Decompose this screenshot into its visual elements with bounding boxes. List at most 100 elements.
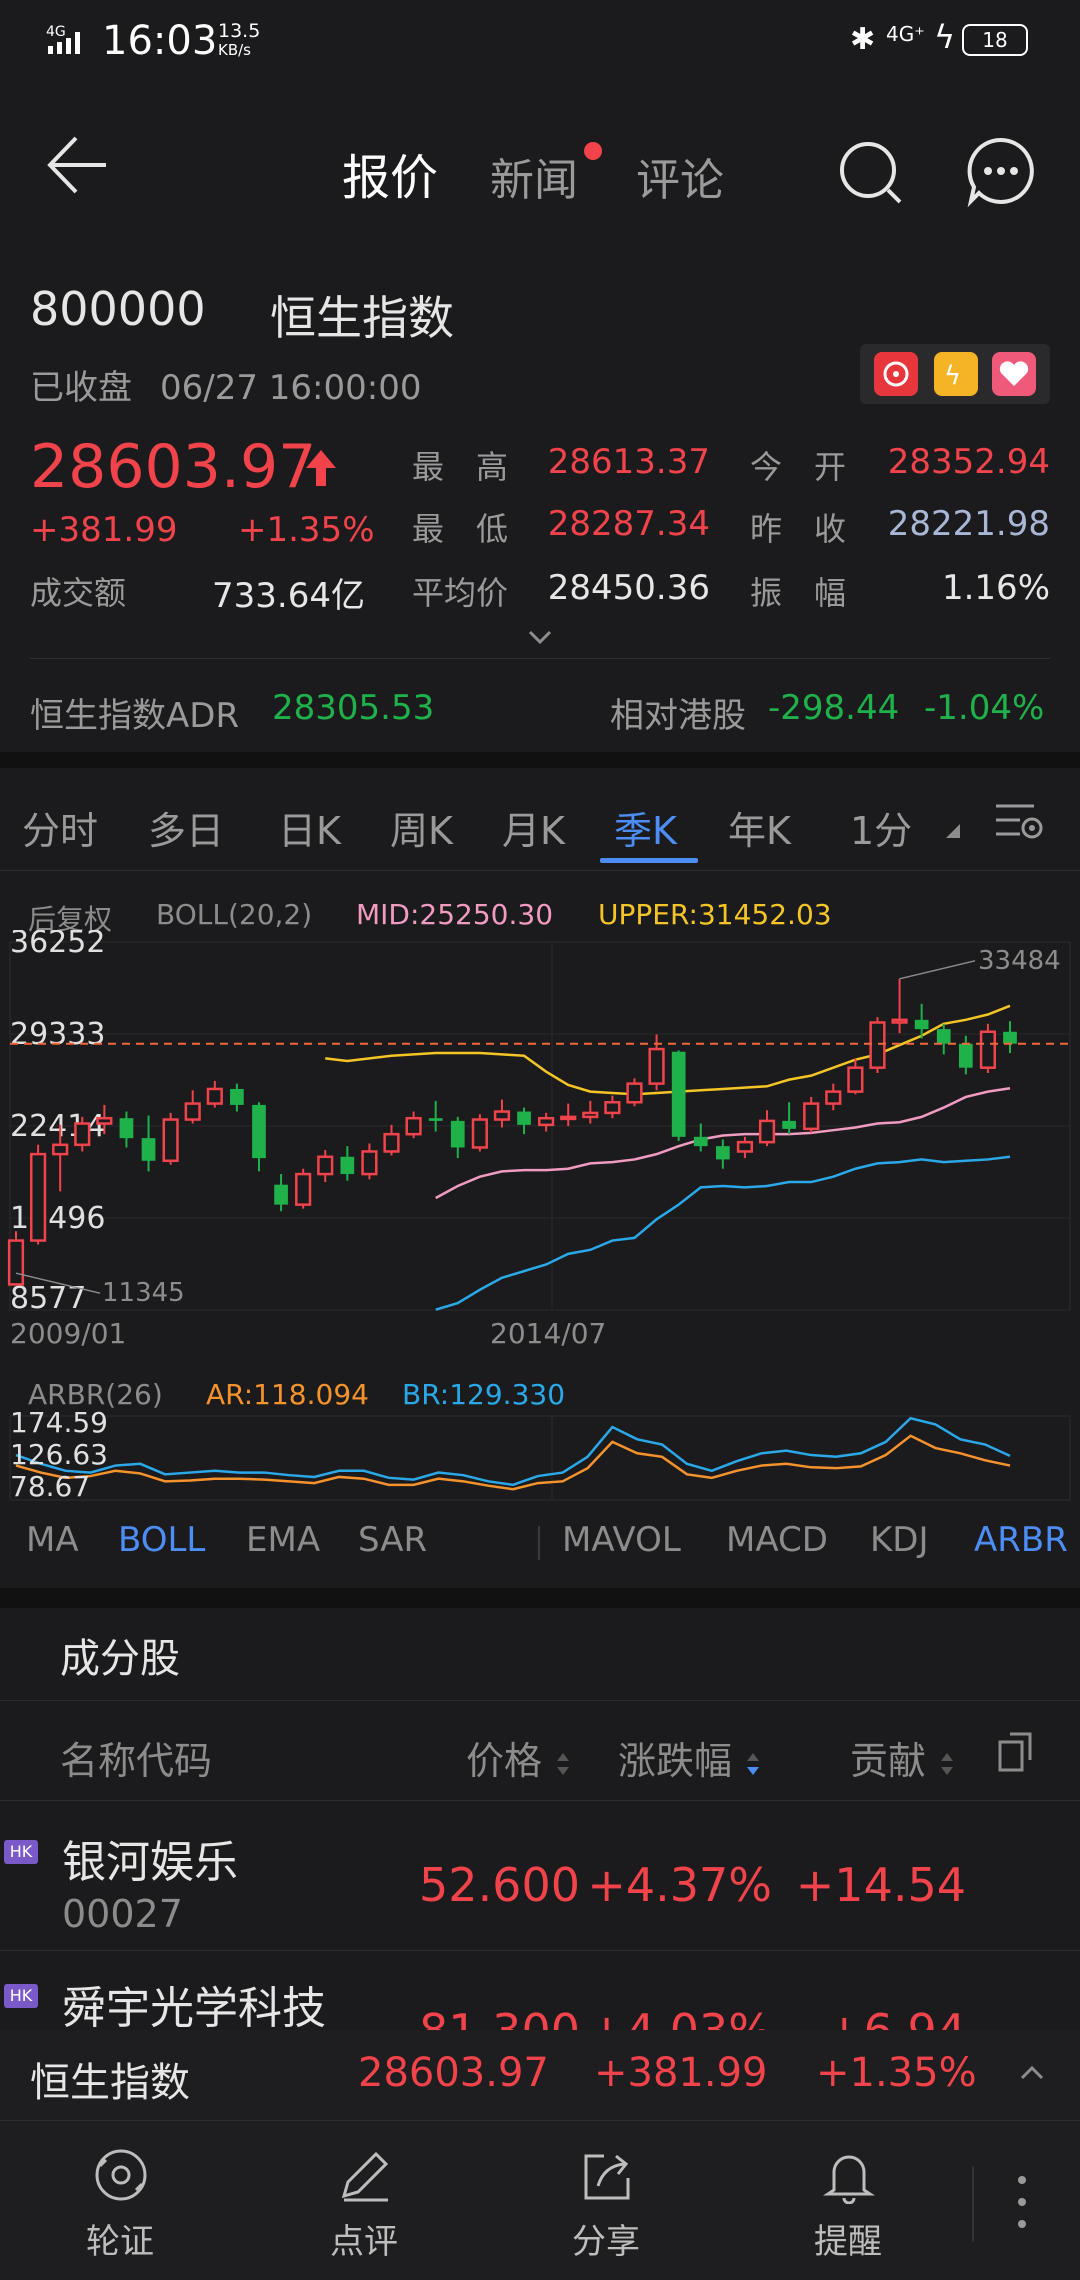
candle xyxy=(869,1017,886,1074)
period-tab-intraday[interactable]: 分时 xyxy=(22,800,98,855)
min-price-label: 11345 xyxy=(102,1278,185,1308)
sub-y-tick-label: 174.59 xyxy=(10,1410,108,1439)
stock-name: 恒生指数 xyxy=(270,291,454,345)
message-button[interactable] xyxy=(964,134,1038,208)
kline-chart[interactable]: 36252 29333 22414 15496 8577 33484 11345 2009/0… xyxy=(0,930,1080,1370)
candle xyxy=(29,1144,47,1245)
arbr-indicator-label: ARBR(26) xyxy=(28,1378,163,1411)
market-tag: HK xyxy=(4,1840,38,1864)
candle xyxy=(230,1083,244,1112)
tab-quote[interactable]: 报价 xyxy=(342,138,438,208)
adr-value: 28305.53 xyxy=(272,688,435,728)
column-header-change[interactable]: 涨跌幅 xyxy=(618,1730,762,1785)
warrants-button[interactable]: 轮证 xyxy=(60,2140,180,2262)
boll-lower-line xyxy=(435,1155,1011,1311)
stock-row-contribution: +14.54 xyxy=(795,1858,966,1912)
clock: 16:03 xyxy=(102,18,218,64)
column-header-name: 名称代码 xyxy=(60,1739,213,1783)
ticker-change: +381.99 xyxy=(594,2050,768,2096)
hk-flag-icon[interactable] xyxy=(874,352,918,396)
candle xyxy=(206,1080,223,1108)
candle xyxy=(274,1174,288,1212)
adr-relative-change: -298.44 xyxy=(768,688,900,728)
tab-news[interactable]: 新闻 xyxy=(490,144,578,208)
column-header-price[interactable]: 价格 xyxy=(466,1730,572,1785)
period-tab-weekly[interactable]: 周K xyxy=(390,800,453,855)
sub-y-tick-label: 78.67 xyxy=(10,1470,90,1502)
adr-relative-pct: -1.04% xyxy=(924,688,1045,728)
expand-chevron-icon[interactable] xyxy=(526,628,554,650)
candle xyxy=(538,1112,555,1132)
indicator-tab-ema[interactable]: EMA xyxy=(246,1520,320,1560)
candle xyxy=(582,1100,599,1124)
market-status: 已收盘 06/27 16:00:00 xyxy=(30,368,422,408)
period-tab-daily[interactable]: 日K xyxy=(278,800,341,855)
candle xyxy=(252,1102,266,1172)
network-indicator: 4G⁺ xyxy=(886,22,925,46)
stock-row-code: 00027 xyxy=(62,1892,183,1936)
indicator-tab-sar[interactable]: SAR xyxy=(358,1520,427,1560)
low-label: 最 低 xyxy=(412,510,509,548)
index-ticker-bar[interactable]: 恒生指数 28603.97 +381.99 +1.35% xyxy=(0,2030,1080,2120)
switch-columns-icon[interactable] xyxy=(996,1730,1036,1778)
indicator-tab-macd[interactable]: MACD xyxy=(726,1520,828,1560)
br-line xyxy=(15,1416,1011,1487)
candle xyxy=(1003,1021,1017,1054)
back-arrow-icon xyxy=(47,136,106,194)
indicator-tab-boll[interactable]: BOLL xyxy=(118,1520,205,1560)
more-options-icon[interactable] xyxy=(1014,2172,1030,2236)
favorite-heart-icon[interactable] xyxy=(992,352,1036,396)
amplitude-label: 振 幅 xyxy=(750,574,847,612)
back-button[interactable] xyxy=(40,130,110,200)
period-tab-yearly[interactable]: 年K xyxy=(728,800,791,855)
ticker-price: 28603.97 xyxy=(358,2050,549,2096)
stock-code: 800000 xyxy=(30,282,206,336)
chevron-up-icon[interactable] xyxy=(1018,2062,1046,2086)
search-button[interactable] xyxy=(836,138,906,208)
indicator-tab-arbr[interactable]: ARBR xyxy=(974,1520,1068,1560)
indicator-tab-kdj[interactable]: KDJ xyxy=(870,1520,929,1560)
max-leader-line xyxy=(899,960,976,980)
avg-value: 28450.36 xyxy=(547,568,710,608)
share-label: 分享 xyxy=(572,2222,640,2262)
network-speed: 13.5 KB/s xyxy=(218,20,261,60)
chart-settings-icon[interactable] xyxy=(994,798,1046,848)
adr-label: 恒生指数ADR xyxy=(30,696,240,736)
price-change: +381.99 xyxy=(30,510,178,550)
market-tag: HK xyxy=(4,1984,38,2008)
prev-close-value: 28221.98 xyxy=(887,504,1050,544)
indicator-tab-ma[interactable]: MA xyxy=(26,1520,79,1560)
high-value: 28613.37 xyxy=(547,442,710,482)
table-row[interactable]: HK 银河娱乐 00027 52.600 +4.37% +14.54 xyxy=(0,1802,1080,1950)
sub-y-tick-label: 126.63 xyxy=(10,1438,108,1471)
status-bar: 4G 16:03 13.5 KB/s ✱ 4G⁺ ϟ 18 xyxy=(0,0,1080,84)
candle xyxy=(428,1100,443,1132)
candle xyxy=(693,1123,708,1152)
active-period-underline xyxy=(600,858,698,863)
tab-comments[interactable]: 评论 xyxy=(636,144,724,208)
battery-icon: 18 xyxy=(962,24,1028,56)
avg-label: 平均价 xyxy=(412,574,509,612)
column-header-contribution[interactable]: 贡献 xyxy=(850,1730,956,1785)
x-tick-label: 2014/07 xyxy=(490,1317,606,1350)
share-button[interactable]: 分享 xyxy=(546,2140,666,2262)
indicator-tab-mavol[interactable]: MAVOL xyxy=(562,1520,681,1560)
stock-row-name: 银河娱乐 xyxy=(62,1837,238,1888)
period-tab-1min[interactable]: 1分 xyxy=(850,800,912,855)
alert-button[interactable]: 提醒 xyxy=(788,2140,908,2262)
arbr-chart[interactable]: 174.59126.6378.67 xyxy=(0,1410,1080,1502)
period-tab-multiday[interactable]: 多日 xyxy=(148,800,224,855)
candle xyxy=(471,1114,488,1152)
y-tick-label: 15496 xyxy=(10,1201,105,1236)
level2-icon[interactable]: ϟ xyxy=(934,352,978,396)
candle xyxy=(405,1111,422,1139)
table-row[interactable]: HK 舜宇光学科技 81.300 +4.03% +6.94 xyxy=(0,1952,1080,2030)
period-tab-quarterly[interactable]: 季K xyxy=(614,800,677,855)
boll-indicator-label: BOLL(20,2) xyxy=(156,898,313,931)
stock-row-change: +4.03% xyxy=(580,2004,772,2030)
warrants-label: 轮证 xyxy=(86,2222,154,2262)
review-button[interactable]: 点评 xyxy=(304,2140,424,2262)
period-tab-monthly[interactable]: 月K xyxy=(502,800,565,855)
dropdown-triangle-icon[interactable] xyxy=(944,822,962,844)
candle xyxy=(383,1124,400,1156)
